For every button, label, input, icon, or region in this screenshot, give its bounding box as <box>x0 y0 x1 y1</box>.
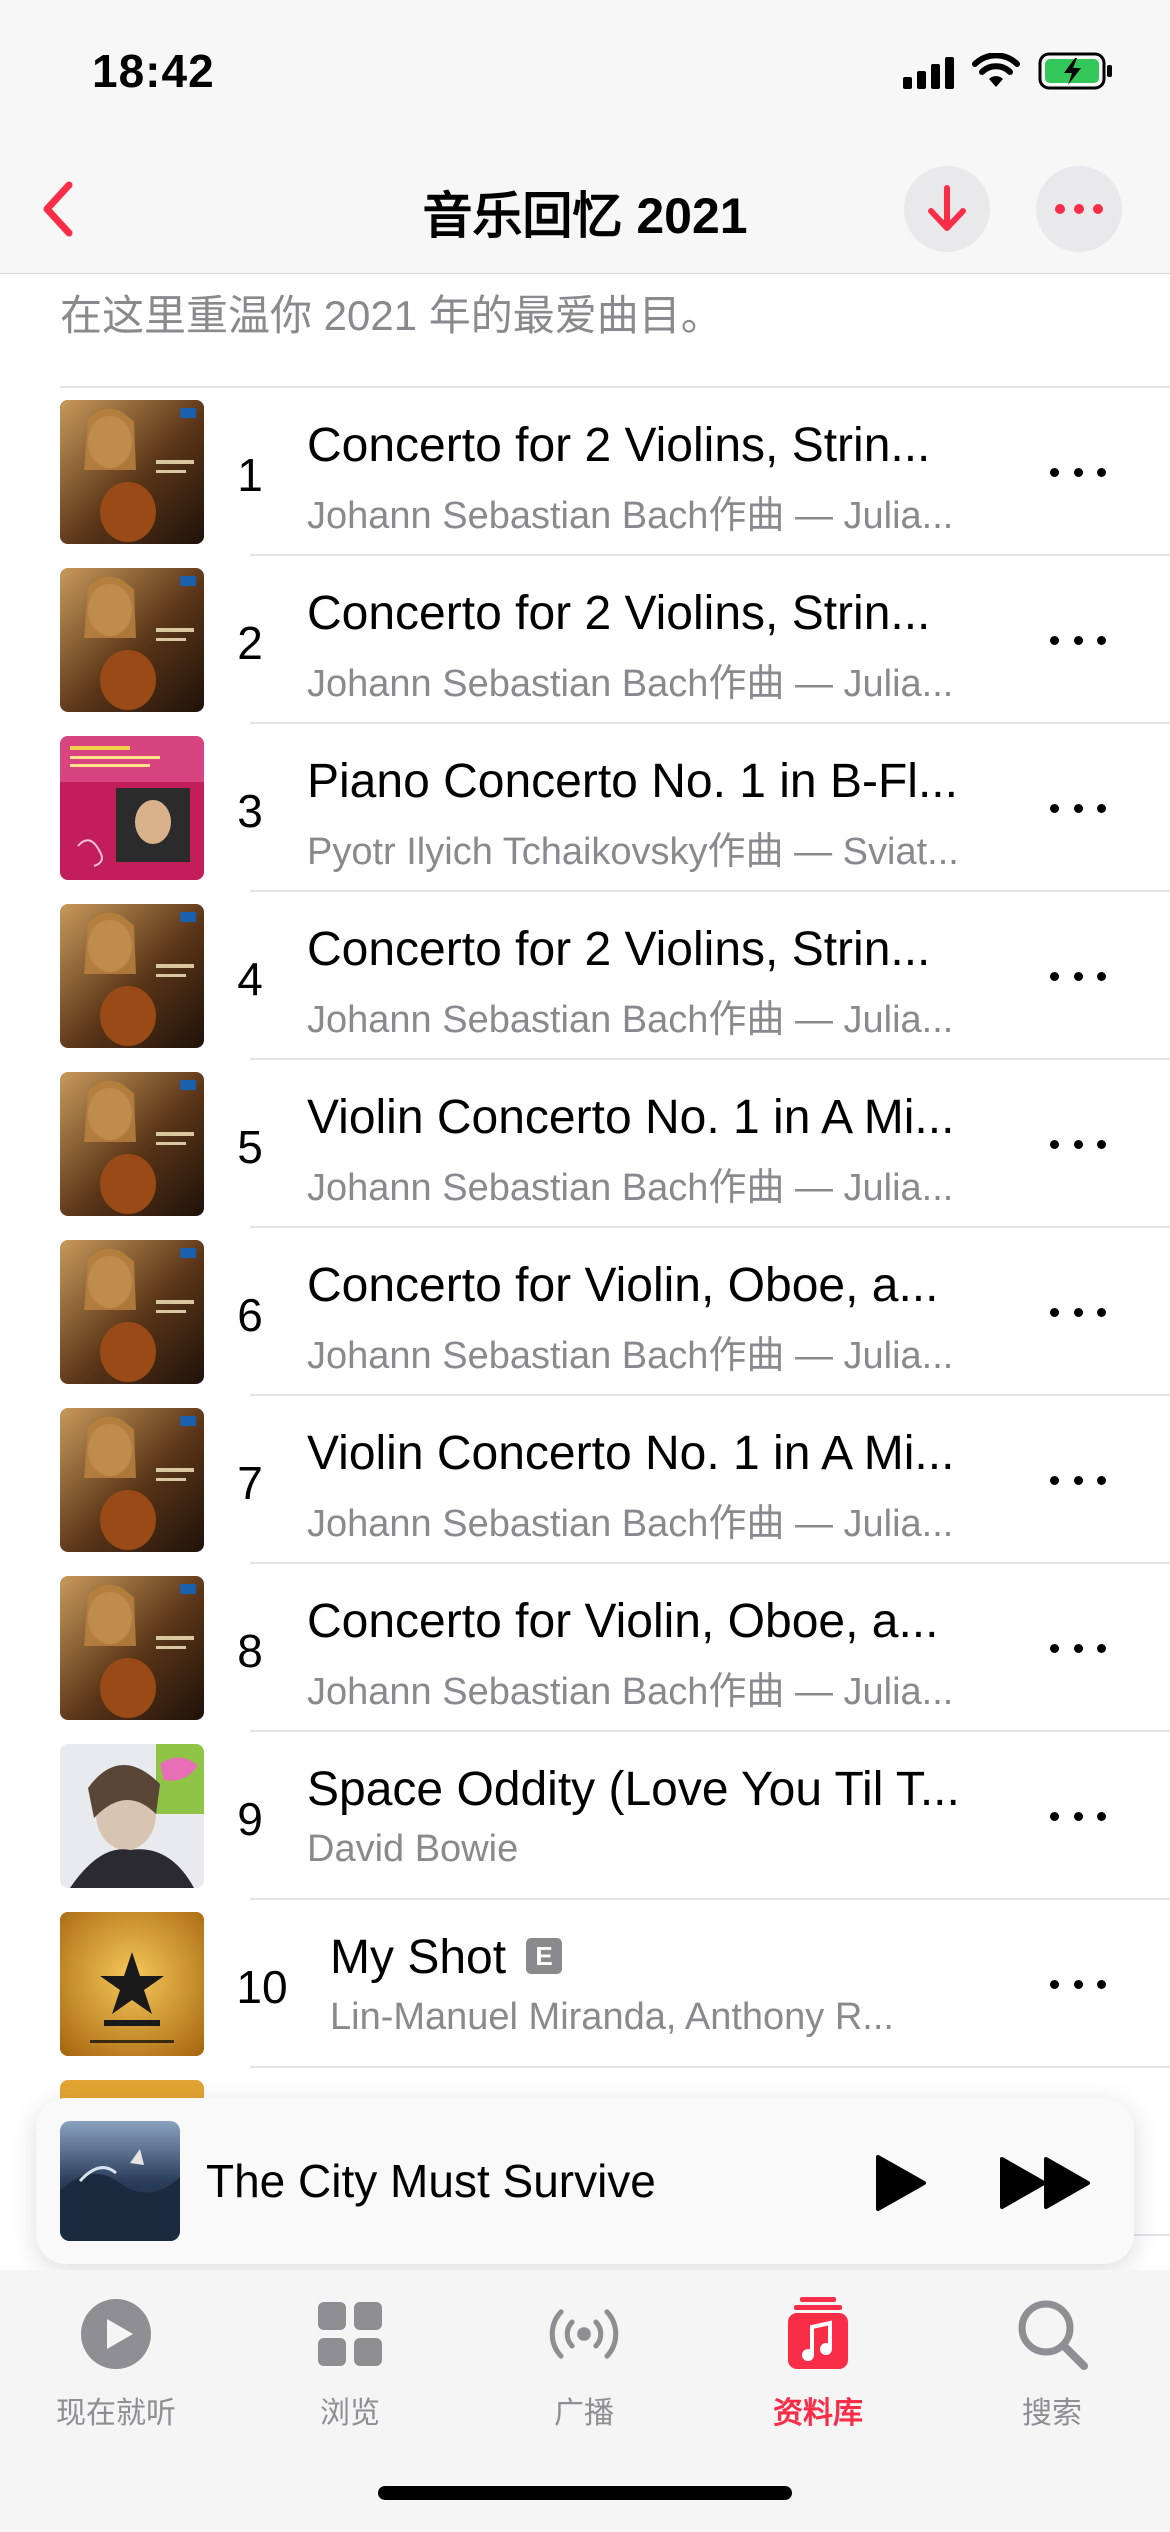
status-icons <box>903 52 1114 90</box>
track-number: 8 <box>237 1625 263 1677</box>
wifi-icon <box>972 53 1020 87</box>
track-row[interactable]: 9 Space Oddity (Love You Til T... David … <box>0 1732 1170 1900</box>
track-row[interactable]: 5 Violin Concerto No. 1 in A Mi... Johan… <box>0 1060 1170 1228</box>
track-row[interactable]: 8 Concerto for Violin, Oboe, a... Johann… <box>0 1564 1170 1732</box>
track-title-text: My Shot <box>330 1931 507 1984</box>
album-artwork <box>60 1576 204 1720</box>
more-dots-icon <box>1055 204 1103 214</box>
track-more-button[interactable] <box>1050 1290 1106 1334</box>
more-options-button[interactable] <box>1036 166 1122 252</box>
status-bar: 18:42 <box>0 0 1170 150</box>
track-title: Violin Concerto No. 1 in A Mi... <box>307 1427 955 1480</box>
radio-icon <box>544 2294 624 2374</box>
track-number: 1 <box>237 449 263 501</box>
track-title: Concerto for 2 Violins, Strin... <box>307 419 931 472</box>
track-title: Concerto for 2 Violins, Strin... <box>307 587 931 640</box>
track-number: 9 <box>237 1793 263 1845</box>
battery-charging-icon <box>1038 52 1112 90</box>
download-arrow-icon <box>928 185 966 231</box>
track-title: Concerto for Violin, Oboe, a... <box>307 1595 939 1648</box>
next-track-button[interactable] <box>986 2138 1106 2228</box>
tab-library[interactable]: 资料库 <box>718 2294 918 2432</box>
track-number: 3 <box>237 785 263 837</box>
track-row[interactable]: 2 Concerto for 2 Violins, Strin... Johan… <box>0 556 1170 724</box>
home-indicator[interactable] <box>378 2486 792 2500</box>
album-artwork <box>60 736 204 880</box>
track-more-button[interactable] <box>1050 1626 1106 1670</box>
album-artwork <box>60 1072 204 1216</box>
track-more-button[interactable] <box>1050 1122 1106 1166</box>
playlist-description: 在这里重温你 2021 年的最爱曲目。 <box>60 292 723 339</box>
track-number: 4 <box>237 953 263 1005</box>
search-icon <box>1012 2294 1092 2374</box>
tab-label: 资料库 <box>773 2397 863 2430</box>
tab-label: 广播 <box>554 2397 614 2430</box>
grid-icon <box>310 2294 390 2374</box>
track-number: 6 <box>237 1289 263 1341</box>
album-artwork <box>60 904 204 1048</box>
tab-browse[interactable]: 浏览 <box>250 2294 450 2432</box>
track-more-button[interactable] <box>1050 450 1106 494</box>
track-artist: Pyotr Ilyich Tchaikovsky作曲 — Sviat... <box>307 831 959 873</box>
track-more-button[interactable] <box>1050 954 1106 998</box>
track-title: Concerto for 2 Violins, Strin... <box>307 923 931 976</box>
track-title: Violin Concerto No. 1 in A Mi... <box>307 1091 955 1144</box>
track-number: 2 <box>237 617 263 669</box>
explicit-badge: E <box>526 1938 563 1974</box>
download-button[interactable] <box>904 166 990 252</box>
navigation-bar: 音乐回忆 2021 <box>0 150 1170 274</box>
album-artwork <box>60 400 204 544</box>
tab-radio[interactable]: 广播 <box>484 2294 684 2432</box>
track-title: My Shot E <box>330 1930 563 1985</box>
now-playing-artwork <box>60 2121 180 2241</box>
track-artist: Johann Sebastian Bach作曲 — Julia... <box>307 1335 954 1377</box>
track-list: 1 Concerto for 2 Violins, Strin... Johan… <box>0 388 1170 2236</box>
music-library-icon <box>778 2294 858 2374</box>
album-artwork <box>60 1240 204 1384</box>
now-playing-title: The City Must Survive <box>206 2155 656 2207</box>
mini-player[interactable]: The City Must Survive <box>36 2098 1134 2264</box>
play-button[interactable] <box>856 2138 946 2228</box>
album-artwork <box>60 1912 204 2056</box>
status-time: 18:42 <box>92 45 215 97</box>
track-artist: Johann Sebastian Bach作曲 — Julia... <box>307 495 954 537</box>
album-artwork <box>60 1408 204 1552</box>
track-artist: Johann Sebastian Bach作曲 — Julia... <box>307 663 954 705</box>
tab-label: 浏览 <box>320 2397 380 2430</box>
track-artist: Johann Sebastian Bach作曲 — Julia... <box>307 1167 954 1209</box>
track-row[interactable]: 1 Concerto for 2 Violins, Strin... Johan… <box>0 388 1170 556</box>
track-row[interactable]: 10 My Shot E Lin-Manuel Miranda, Anthony … <box>0 1900 1170 2068</box>
track-artist: Johann Sebastian Bach作曲 — Julia... <box>307 999 954 1041</box>
tab-label: 现在就听 <box>56 2397 176 2430</box>
fast-forward-icon <box>1000 2157 1090 2209</box>
track-number: 5 <box>237 1121 263 1173</box>
tab-label: 搜索 <box>1022 2397 1082 2430</box>
track-row[interactable]: 6 Concerto for Violin, Oboe, a... Johann… <box>0 1228 1170 1396</box>
album-artwork <box>60 1744 204 1888</box>
track-artist: Lin-Manuel Miranda, Anthony R... <box>330 1996 894 2038</box>
album-artwork <box>60 568 204 712</box>
track-title: Concerto for Violin, Oboe, a... <box>307 1259 939 1312</box>
play-circle-icon <box>76 2294 156 2374</box>
track-row[interactable]: 7 Violin Concerto No. 1 in A Mi... Johan… <box>0 1396 1170 1564</box>
track-artist: Johann Sebastian Bach作曲 — Julia... <box>307 1671 954 1713</box>
track-row[interactable]: 4 Concerto for 2 Violins, Strin... Johan… <box>0 892 1170 1060</box>
track-number: 7 <box>237 1457 263 1509</box>
track-number: 10 <box>236 1961 288 2013</box>
track-more-button[interactable] <box>1050 1794 1106 1838</box>
track-artist: David Bowie <box>307 1828 519 1870</box>
track-more-button[interactable] <box>1050 1962 1106 2006</box>
track-title: Piano Concerto No. 1 in B-Fl... <box>307 755 958 808</box>
track-row[interactable]: 3 Piano Concerto No. 1 in B-Fl... Pyotr … <box>0 724 1170 892</box>
tab-search[interactable]: 搜索 <box>952 2294 1152 2432</box>
page-title: 音乐回忆 2021 <box>422 188 748 244</box>
cellular-signal-icon <box>903 53 954 89</box>
tab-listen-now[interactable]: 现在就听 <box>16 2294 216 2432</box>
track-more-button[interactable] <box>1050 1458 1106 1502</box>
play-icon <box>876 2155 926 2211</box>
track-more-button[interactable] <box>1050 786 1106 830</box>
track-title: Space Oddity (Love You Til T... <box>307 1763 960 1816</box>
track-more-button[interactable] <box>1050 618 1106 662</box>
track-artist: Johann Sebastian Bach作曲 — Julia... <box>307 1503 954 1545</box>
